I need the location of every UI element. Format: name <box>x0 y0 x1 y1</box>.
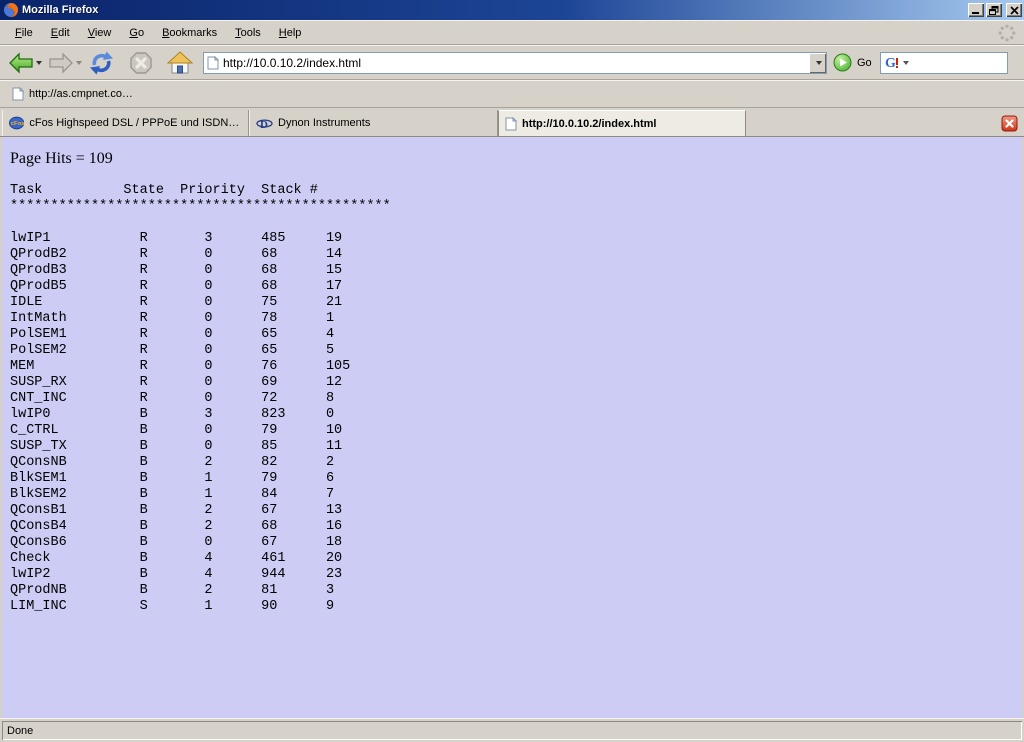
svg-text:cFos: cFos <box>11 121 25 127</box>
browser-window: Mozilla Firefox File Edit View Go Bookma… <box>0 0 1024 742</box>
page-icon <box>505 117 517 131</box>
url-bar[interactable]: http://10.0.10.2/index.html <box>203 52 827 74</box>
reload-icon <box>88 50 115 76</box>
restore-icon <box>989 6 999 15</box>
page-icon <box>12 87 24 101</box>
minimize-button[interactable] <box>968 3 984 17</box>
menu-view[interactable]: View <box>79 24 121 42</box>
back-button[interactable] <box>6 50 44 76</box>
url-dropdown-button[interactable] <box>809 53 826 73</box>
forward-icon <box>48 52 74 74</box>
url-input[interactable]: http://10.0.10.2/index.html <box>219 56 809 70</box>
menu-bookmarks[interactable]: Bookmarks <box>153 24 226 42</box>
task-table: Task State Priority Stack # ************… <box>10 183 1022 615</box>
throbber-icon <box>998 24 1016 42</box>
google-icon[interactable]: G <box>885 55 899 70</box>
page-hits-text: Page Hits = 109 <box>10 149 1022 168</box>
status-bar: Done <box>0 718 1024 742</box>
bookmark-item[interactable]: http://as.cmpnet.co… <box>8 84 137 104</box>
svg-text:G: G <box>885 56 896 70</box>
bookmarks-toolbar: http://as.cmpnet.co… <box>0 80 1024 108</box>
window-title: Mozilla Firefox <box>22 4 968 16</box>
close-button[interactable] <box>1006 3 1022 17</box>
menu-help[interactable]: Help <box>270 24 311 42</box>
cfos-icon: cFos <box>9 116 24 130</box>
search-engine-dropdown-icon[interactable] <box>903 61 909 65</box>
firefox-icon <box>3 2 19 18</box>
close-icon <box>1010 6 1019 15</box>
menu-tools[interactable]: Tools <box>226 24 270 42</box>
forward-dropdown-icon[interactable] <box>76 61 82 65</box>
restore-button[interactable] <box>986 3 1002 17</box>
back-dropdown-icon[interactable] <box>36 61 42 65</box>
menu-file[interactable]: File <box>6 24 42 42</box>
tab-label[interactable]: Dynon Instruments <box>278 117 370 129</box>
bookmark-label[interactable]: http://as.cmpnet.co… <box>29 88 133 100</box>
reload-button[interactable] <box>86 48 117 78</box>
menu-edit[interactable]: Edit <box>42 24 79 42</box>
back-icon <box>8 52 34 74</box>
dynon-icon: D <box>256 117 273 130</box>
status-text: Done <box>7 725 33 737</box>
go-button[interactable] <box>833 53 852 72</box>
forward-button[interactable] <box>46 50 84 76</box>
page-content: Page Hits = 109 Task State Priority Stac… <box>0 137 1024 718</box>
minimize-icon <box>972 6 981 15</box>
search-input[interactable]: G <box>880 52 1008 74</box>
stop-button[interactable] <box>127 49 155 77</box>
status-panel: Done <box>2 721 1022 740</box>
stop-icon <box>129 51 153 75</box>
tab-cfos[interactable]: cFos cFos Highspeed DSL / PPPoE und ISDN… <box>2 110 249 136</box>
titlebar: Mozilla Firefox <box>0 0 1024 20</box>
tab-active-index[interactable]: http://10.0.10.2/index.html <box>498 110 746 136</box>
home-button[interactable] <box>165 49 195 77</box>
tab-label[interactable]: cFos Highspeed DSL / PPPoE und ISDN CAP… <box>29 117 242 129</box>
menu-go[interactable]: Go <box>120 24 153 42</box>
tab-dynon[interactable]: D Dynon Instruments <box>249 110 498 136</box>
home-icon <box>167 51 193 75</box>
page-icon <box>207 56 219 70</box>
close-tab-button[interactable] <box>1001 115 1018 132</box>
go-label[interactable]: Go <box>857 57 872 69</box>
navigation-toolbar: http://10.0.10.2/index.html Go G <box>0 45 1024 80</box>
tab-label[interactable]: http://10.0.10.2/index.html <box>522 118 656 130</box>
menubar: File Edit View Go Bookmarks Tools Help <box>0 20 1024 45</box>
tab-bar: cFos cFos Highspeed DSL / PPPoE und ISDN… <box>0 108 1024 137</box>
